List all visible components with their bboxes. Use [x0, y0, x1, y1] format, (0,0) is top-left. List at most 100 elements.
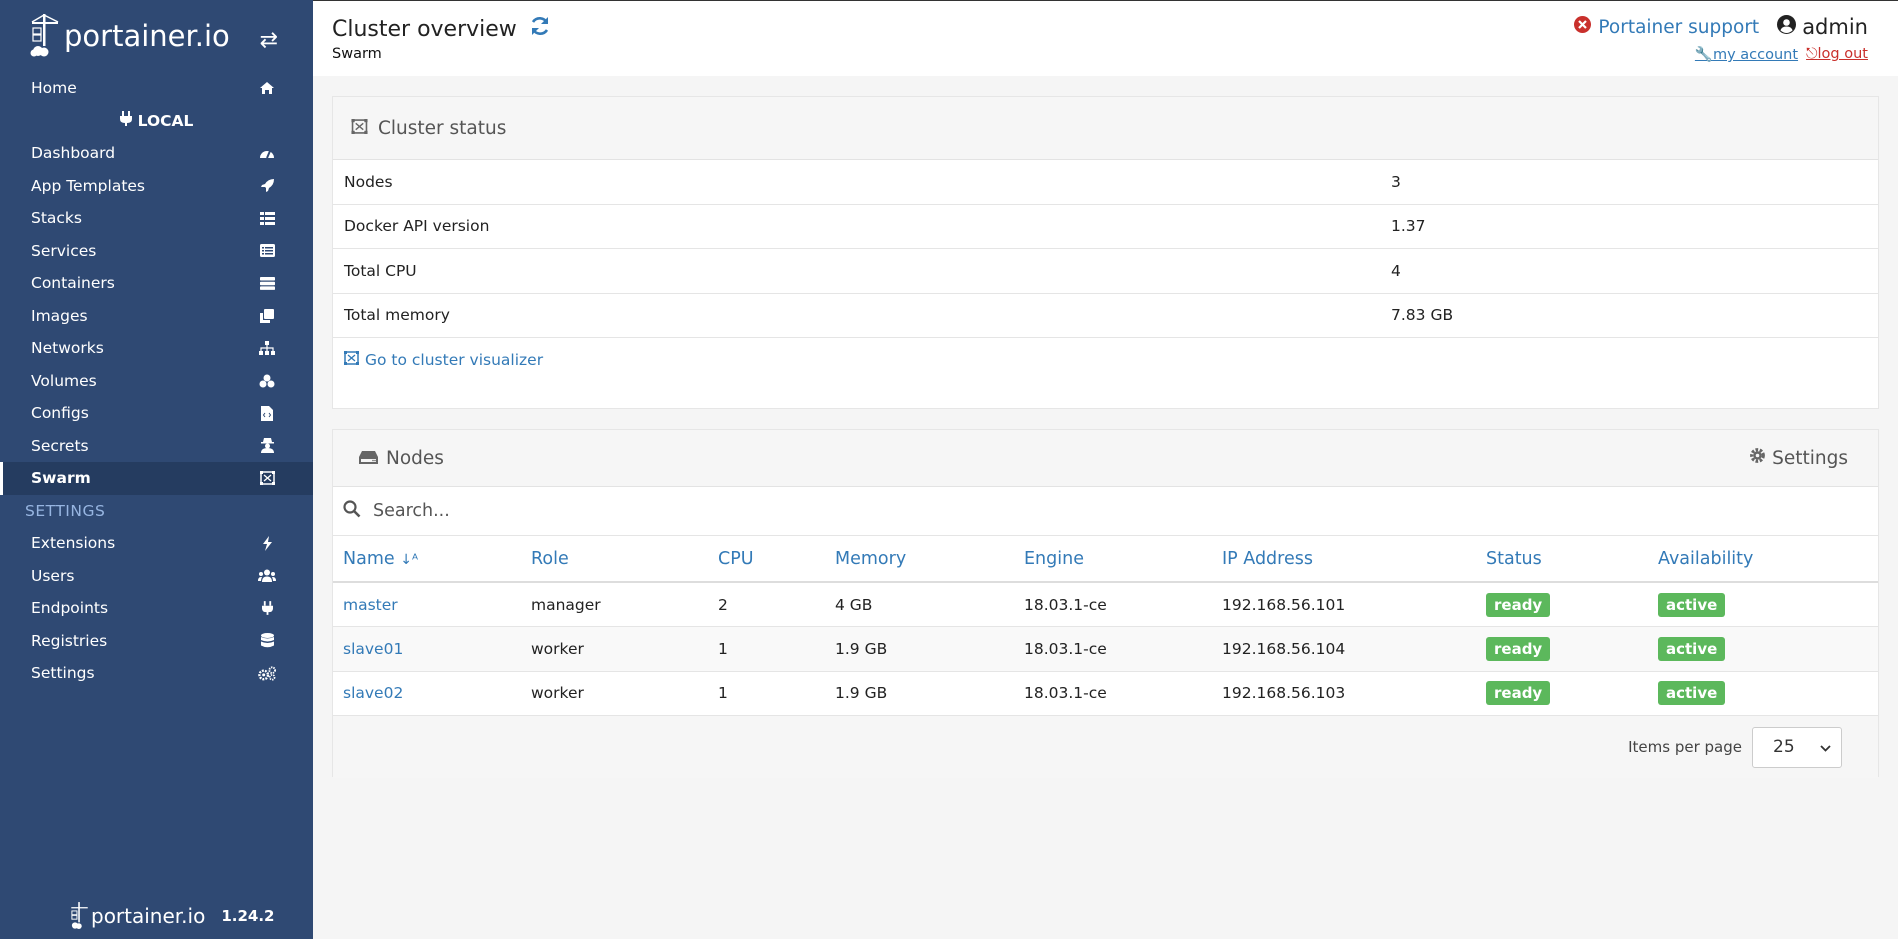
- sidebar-item-stacks[interactable]: Stacks: [0, 202, 313, 235]
- sidebar: portainer.io ⇄ Home LOCAL Dashboard App …: [0, 0, 313, 939]
- cell-name: slave01: [333, 626, 521, 672]
- cell-availability: active: [1648, 582, 1878, 627]
- cluster-visualizer-link[interactable]: Go to cluster visualizer: [333, 338, 1878, 382]
- cell-cpu: 1: [708, 626, 825, 672]
- object-group-icon: [258, 469, 276, 487]
- column-header-availability[interactable]: Availability: [1648, 536, 1878, 583]
- cluster-status-panel: Cluster status Nodes 3 Docker API versio…: [332, 96, 1879, 409]
- sidebar-item-app-templates[interactable]: App Templates: [0, 170, 313, 203]
- sidebar-item-swarm[interactable]: Swarm: [0, 462, 313, 495]
- items-per-page-select[interactable]: 25: [1752, 726, 1842, 768]
- user-circle-icon: [1777, 15, 1797, 39]
- sidebar-item-images[interactable]: Images: [0, 300, 313, 333]
- column-header-memory[interactable]: Memory: [825, 536, 1014, 583]
- search-bar: [333, 487, 1878, 536]
- column-header-name[interactable]: Name ↓ᴬ: [333, 536, 521, 583]
- sidebar-item-services[interactable]: Services: [0, 235, 313, 268]
- list-alt-icon: [258, 242, 276, 260]
- column-header-status[interactable]: Status: [1476, 536, 1648, 583]
- status-row-api-version: Docker API version 1.37: [333, 205, 1878, 249]
- sidebar-settings-heading: SETTINGS: [25, 501, 106, 520]
- portainer-logo[interactable]: portainer.io: [30, 14, 230, 58]
- portainer-crane-icon: [71, 902, 88, 929]
- status-badge: ready: [1486, 636, 1551, 661]
- cell-engine: 18.03.1-ce: [1014, 582, 1212, 627]
- cubes-icon: [258, 372, 276, 390]
- sidebar-item-configs[interactable]: Configs: [0, 397, 313, 430]
- th-list-icon: [258, 209, 276, 227]
- status-value: 4: [1391, 261, 1401, 280]
- sidebar-toggle-icon[interactable]: ⇄: [260, 28, 278, 53]
- cell-status: ready: [1476, 626, 1648, 672]
- sidebar-item-label: Endpoints: [31, 599, 109, 618]
- sidebar-item-containers[interactable]: Containers: [0, 267, 313, 300]
- user-display: admin: [1777, 15, 1868, 39]
- sidebar-item-extensions[interactable]: Extensions: [0, 527, 313, 560]
- my-account-label: my account: [1712, 47, 1799, 63]
- support-link[interactable]: Portainer support: [1574, 16, 1759, 38]
- sidebar-item-label: Images: [31, 306, 88, 325]
- cell-name: master: [333, 582, 521, 627]
- header-user-area: Portainer support admin: [1574, 15, 1868, 39]
- sidebar-item-registries[interactable]: Registries: [0, 625, 313, 658]
- brand-header: portainer.io ⇄: [0, 0, 313, 72]
- sidebar-item-dashboard[interactable]: Dashboard: [0, 137, 313, 170]
- status-key: Total CPU: [344, 261, 417, 280]
- items-per-page-label: Items per page: [1628, 738, 1742, 756]
- sidebar-item-label: Dashboard: [31, 144, 116, 163]
- cell-engine: 18.03.1-ce: [1014, 671, 1212, 716]
- logout-label: log out: [1817, 46, 1868, 62]
- refresh-icon[interactable]: [529, 15, 551, 43]
- tachometer-icon: [258, 144, 276, 162]
- table-row: master manager 2 4 GB 18.03.1-ce 192.168…: [333, 582, 1878, 627]
- table-settings-button[interactable]: Settings: [1749, 447, 1848, 469]
- sidebar-item-settings[interactable]: Settings: [0, 657, 313, 690]
- column-header-role[interactable]: Role: [521, 536, 708, 583]
- header-links: 🔧my account ⎋log out: [1695, 46, 1868, 63]
- my-account-link[interactable]: 🔧my account: [1695, 46, 1798, 63]
- table-row: slave01 worker 1 1.9 GB 18.03.1-ce 192.1…: [333, 626, 1878, 672]
- column-label: Memory: [835, 548, 907, 569]
- object-group-icon: [344, 351, 359, 369]
- cluster-status-heading: Cluster status: [333, 97, 1878, 160]
- column-header-cpu[interactable]: CPU: [708, 536, 825, 583]
- cell-role: manager: [521, 582, 708, 627]
- sidebar-item-home[interactable]: Home: [0, 72, 313, 105]
- sidebar-item-volumes[interactable]: Volumes: [0, 365, 313, 398]
- cell-availability: active: [1648, 626, 1878, 672]
- cell-ip: 192.168.56.104: [1212, 626, 1476, 672]
- node-link[interactable]: master: [343, 596, 398, 614]
- column-header-ip[interactable]: IP Address: [1212, 536, 1476, 583]
- sidebar-item-label: Settings: [31, 664, 95, 683]
- status-badge: ready: [1486, 681, 1551, 706]
- cell-ip: 192.168.56.101: [1212, 582, 1476, 627]
- endpoint-name: LOCAL: [137, 111, 194, 130]
- node-link[interactable]: slave01: [343, 640, 403, 658]
- items-per-page-value: 25: [1773, 737, 1795, 757]
- plug-icon: [119, 111, 132, 130]
- sidebar-item-users[interactable]: Users: [0, 560, 313, 593]
- user-secret-icon: [258, 437, 276, 455]
- table-header-row: Name ↓ᴬ Role CPU Memory Engine IP Addres…: [333, 536, 1878, 583]
- nodes-heading: Nodes Settings: [333, 430, 1878, 487]
- node-link[interactable]: slave02: [343, 684, 403, 702]
- sidebar-item-endpoints[interactable]: Endpoints: [0, 592, 313, 625]
- sidebar-item-label: Extensions: [31, 534, 116, 553]
- hdd-icon: [359, 448, 378, 469]
- status-row-total-memory: Total memory 7.83 GB: [333, 294, 1878, 338]
- cell-memory: 1.9 GB: [825, 626, 1014, 672]
- page-title: Cluster overview: [332, 15, 551, 43]
- column-header-engine[interactable]: Engine: [1014, 536, 1212, 583]
- sidebar-item-networks[interactable]: Networks: [0, 332, 313, 365]
- sidebar-item-secrets[interactable]: Secrets: [0, 430, 313, 463]
- chevron-down-icon: [1820, 737, 1831, 757]
- sidebar-item-label: Stacks: [31, 209, 82, 228]
- nodes-table: Name ↓ᴬ Role CPU Memory Engine IP Addres…: [333, 536, 1878, 716]
- cell-engine: 18.03.1-ce: [1014, 626, 1212, 672]
- settings-button-label: Settings: [1772, 447, 1848, 469]
- logout-link[interactable]: ⎋log out: [1806, 46, 1868, 63]
- availability-badge: active: [1658, 592, 1726, 617]
- sign-out-icon: ⎋: [1806, 46, 1818, 62]
- availability-badge: active: [1658, 636, 1726, 661]
- search-input[interactable]: [373, 501, 1273, 521]
